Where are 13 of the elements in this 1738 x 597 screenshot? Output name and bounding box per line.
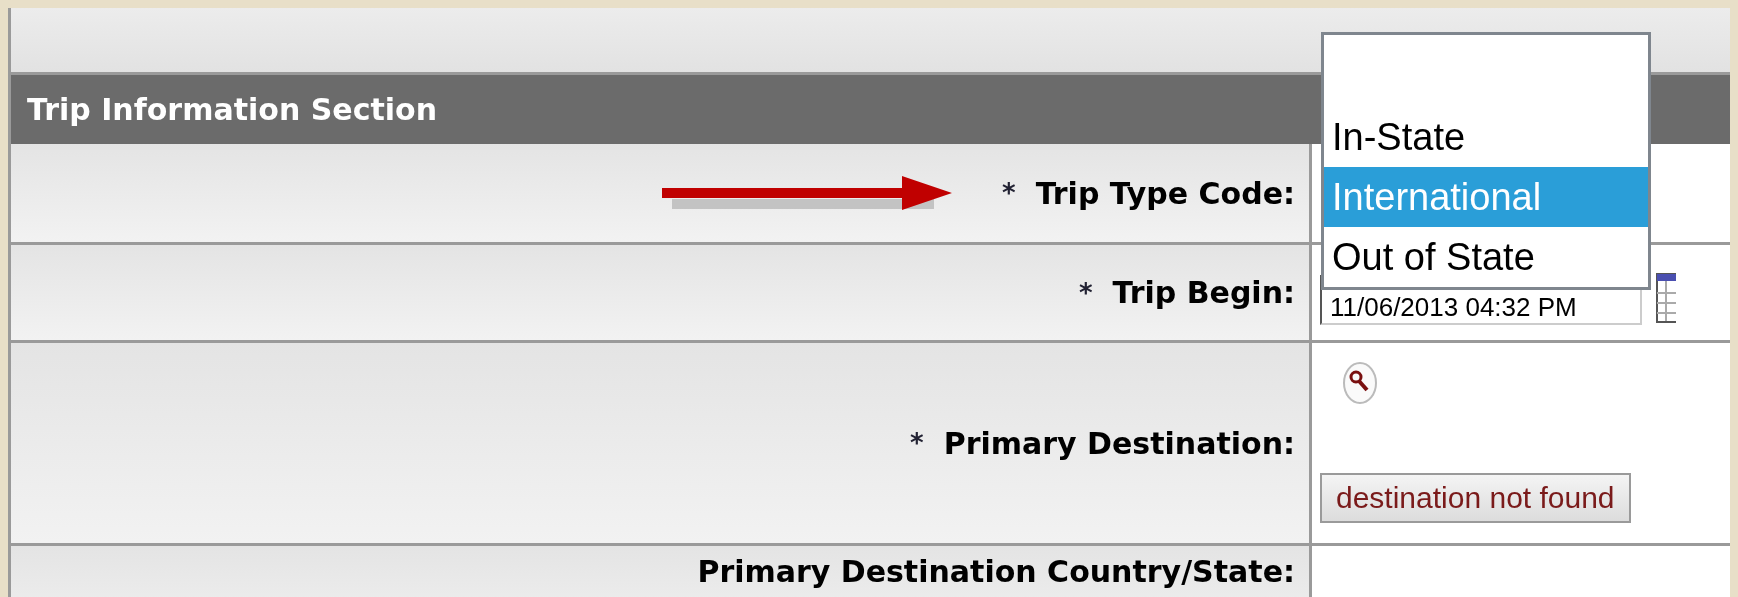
dropdown-option[interactable]: In-State xyxy=(1324,107,1648,167)
required-mark: * xyxy=(1078,277,1093,308)
required-mark: * xyxy=(910,428,924,458)
section-title: Trip Information Section xyxy=(27,92,437,127)
required-mark: * xyxy=(1002,178,1016,208)
field-label: Trip Type Code: xyxy=(1035,175,1295,211)
field-label: Trip Begin: xyxy=(1112,275,1295,310)
calendar-icon[interactable] xyxy=(1656,272,1676,323)
field-label: Primary Destination Country/State: xyxy=(697,554,1295,589)
lookup-button[interactable]: destination not found xyxy=(1320,473,1631,523)
dropdown-list[interactable]: In-State International Out of State xyxy=(1321,32,1651,290)
search-icon[interactable] xyxy=(1342,361,1378,405)
field-label: Primary Destination: xyxy=(943,425,1295,461)
